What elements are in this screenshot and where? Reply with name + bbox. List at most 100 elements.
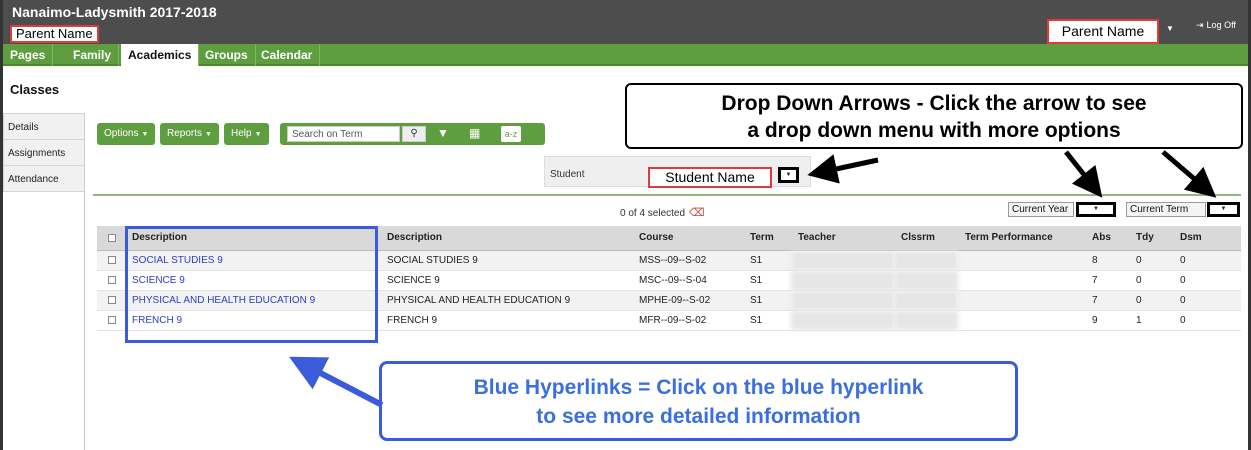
- term-performance-cell: [958, 270, 1085, 291]
- col-header-course[interactable]: Course: [632, 226, 743, 251]
- logoff-label: Log Off: [1206, 20, 1236, 30]
- options-button[interactable]: Options ▼: [97, 123, 156, 145]
- year-dropdown-arrow-icon[interactable]: ▼: [1076, 202, 1116, 217]
- options-caret-icon: ▼: [141, 131, 149, 138]
- reports-caret-icon: ▼: [205, 131, 212, 138]
- tdy-cell: 0: [1129, 250, 1173, 271]
- col-header-term-performance[interactable]: Term Performance: [958, 226, 1085, 251]
- term-dropdown-arrow-icon[interactable]: ▼: [1207, 202, 1240, 217]
- col-header-tdy[interactable]: Tdy: [1129, 226, 1173, 251]
- tab-groups[interactable]: Groups: [198, 44, 256, 66]
- col-header-description[interactable]: Description: [380, 226, 632, 251]
- sidebar: Details Assignments Attendance: [3, 113, 85, 192]
- callout-bottom-line2: to see more detailed information: [536, 405, 861, 428]
- description-cell: PHYSICAL AND HEALTH EDUCATION 9: [380, 290, 632, 311]
- help-button[interactable]: Help ▼: [224, 123, 269, 145]
- classroom-cell-redacted: [894, 310, 958, 331]
- selection-count: 0 of 4 selected ⌫: [620, 206, 705, 219]
- user-name-label: Parent Name: [10, 25, 99, 43]
- reports-button[interactable]: Reports ▼: [160, 123, 219, 145]
- term-cell: S1: [743, 310, 791, 331]
- help-label: Help: [231, 128, 252, 139]
- sidebar-item-assignments[interactable]: Assignments: [3, 139, 85, 166]
- col-header-classroom[interactable]: Clssrm: [894, 226, 958, 251]
- sidebar-item-details[interactable]: Details: [3, 113, 85, 140]
- student-selector-row: Student Student Name ▼: [544, 156, 811, 188]
- row-checkbox[interactable]: [108, 255, 116, 264]
- dsm-cell: 0: [1173, 310, 1241, 331]
- tdy-cell: 0: [1129, 270, 1173, 291]
- tab-family[interactable]: Family: [66, 44, 120, 66]
- student-dropdown-arrow-icon[interactable]: ▼: [778, 167, 799, 183]
- teacher-cell-redacted: [791, 270, 894, 291]
- hyperlink-highlight-box: [125, 226, 378, 343]
- term-performance-cell: [958, 250, 1085, 271]
- row-checkbox-cell[interactable]: [97, 310, 125, 331]
- student-label: Student: [550, 169, 585, 180]
- hyperlinks-callout: Blue Hyperlinks = Click on the blue hype…: [379, 361, 1018, 441]
- dsm-cell: 0: [1173, 290, 1241, 311]
- reports-label: Reports: [167, 128, 203, 139]
- student-select[interactable]: Student Name: [648, 167, 772, 188]
- classroom-cell-redacted: [894, 270, 958, 291]
- sidebar-divider: [84, 113, 85, 450]
- course-cell: MSC--09--S-04: [632, 270, 743, 291]
- row-checkbox[interactable]: [108, 275, 116, 284]
- search-icon[interactable]: ⚲: [402, 126, 426, 142]
- select-all-checkbox-cell[interactable]: [97, 226, 125, 251]
- search-bar: ⚲ ▼ ▦ a-z: [280, 123, 545, 145]
- tdy-cell[interactable]: 1: [1129, 310, 1173, 331]
- classroom-cell-redacted: [894, 250, 958, 271]
- tab-pages[interactable]: Pages: [3, 44, 54, 66]
- row-checkbox[interactable]: [108, 315, 116, 324]
- select-all-checkbox[interactable]: [108, 233, 116, 242]
- col-header-abs[interactable]: Abs: [1085, 226, 1129, 251]
- row-checkbox-cell[interactable]: [97, 250, 125, 271]
- eraser-icon[interactable]: ⌫: [689, 207, 705, 219]
- logoff-icon: ⇥: [1196, 20, 1204, 30]
- page-title: Classes: [10, 82, 60, 97]
- sort-az-icon[interactable]: a-z: [501, 126, 521, 142]
- logoff-link[interactable]: ⇥ Log Off: [1196, 20, 1236, 31]
- search-input[interactable]: [287, 126, 400, 142]
- term-cell: S1: [743, 270, 791, 291]
- teacher-cell-redacted: [791, 250, 894, 271]
- dropdown-arrows-callout: Drop Down Arrows - Click the arrow to se…: [625, 83, 1243, 149]
- course-cell: MSS--09--S-02: [632, 250, 743, 271]
- school-name: Nanaimo-Ladysmith 2017-2018: [12, 4, 217, 20]
- callout-top-line2: a drop down menu with more options: [747, 119, 1121, 142]
- course-cell: MFR--09--S-02: [632, 310, 743, 331]
- filter-icon[interactable]: ▼: [437, 126, 449, 140]
- abs-cell: 8: [1085, 250, 1129, 271]
- callout-bottom-line1: Blue Hyperlinks = Click on the blue hype…: [473, 376, 924, 399]
- description-cell: FRENCH 9: [380, 310, 632, 331]
- term-performance-cell: [958, 310, 1085, 331]
- classroom-cell-redacted: [894, 290, 958, 311]
- row-checkbox[interactable]: [108, 295, 116, 304]
- course-cell: MPHE-09--S-02: [632, 290, 743, 311]
- dsm-cell: 0: [1173, 270, 1241, 291]
- user-menu-name[interactable]: Parent Name: [1047, 19, 1159, 44]
- sidebar-item-attendance[interactable]: Attendance: [3, 165, 85, 192]
- abs-cell: 7: [1085, 290, 1129, 311]
- main-nav: Pages Family Academics Groups Calendar: [3, 44, 1248, 66]
- tab-calendar[interactable]: Calendar: [254, 44, 321, 66]
- user-menu-caret-icon[interactable]: ▼: [1166, 24, 1174, 33]
- col-header-teacher[interactable]: Teacher: [791, 226, 894, 251]
- term-cell: S1: [743, 250, 791, 271]
- teacher-cell-redacted: [791, 290, 894, 311]
- column-grid-icon[interactable]: ▦: [469, 126, 480, 140]
- row-checkbox-cell[interactable]: [97, 290, 125, 311]
- description-cell: SOCIAL STUDIES 9: [380, 250, 632, 271]
- col-header-term[interactable]: Term: [743, 226, 791, 251]
- col-header-dsm[interactable]: Dsm: [1173, 226, 1241, 251]
- tdy-cell: 0: [1129, 290, 1173, 311]
- term-filter-select[interactable]: Current Term: [1126, 202, 1206, 217]
- help-caret-icon: ▼: [254, 131, 262, 138]
- description-cell: SCIENCE 9: [380, 270, 632, 291]
- dsm-cell: 0: [1173, 250, 1241, 271]
- tab-academics[interactable]: Academics: [121, 44, 200, 66]
- callout-top-line1: Drop Down Arrows - Click the arrow to se…: [721, 92, 1147, 115]
- year-filter-select[interactable]: Current Year: [1008, 202, 1074, 217]
- row-checkbox-cell[interactable]: [97, 270, 125, 291]
